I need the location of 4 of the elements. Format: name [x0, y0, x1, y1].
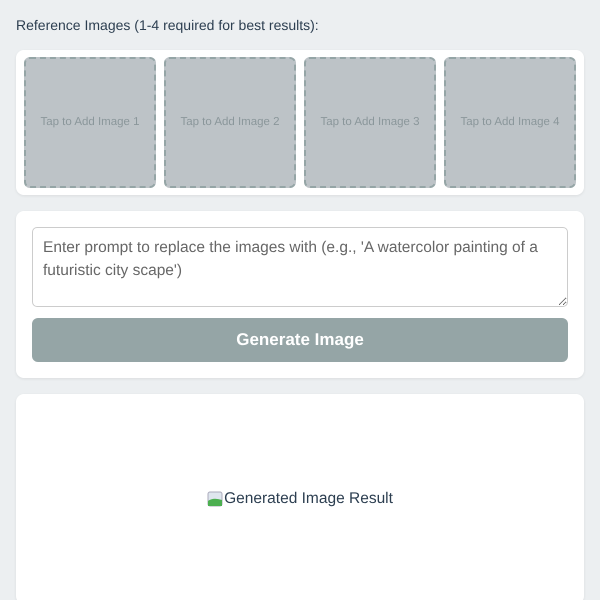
broken-image-icon	[207, 491, 224, 507]
image-alt-text: Generated Image Result	[224, 489, 393, 510]
section-label: Reference Images (1-4 required for best results):	[16, 16, 319, 35]
prompt-field[interactable]: Enter prompt to replace the images with (e.g., 'A watercolor painting of a futuristic city scape')	[32, 227, 568, 307]
